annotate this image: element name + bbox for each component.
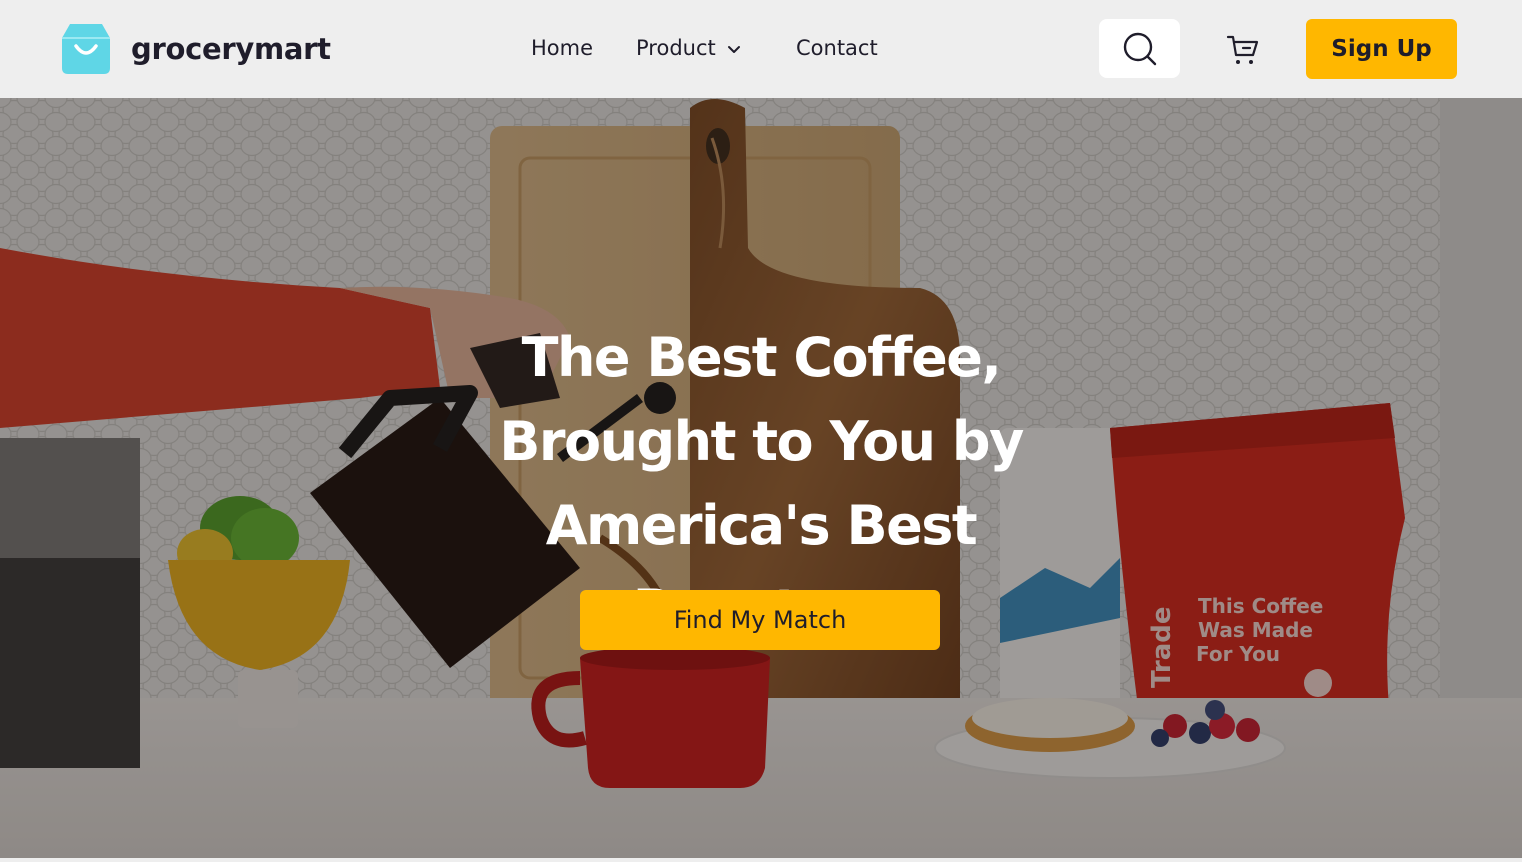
search-icon: [1123, 32, 1156, 65]
chevron-down-icon: [727, 45, 740, 53]
hero-bottom-strip: [0, 858, 1522, 862]
nav-contact-link[interactable]: Contact: [796, 36, 878, 60]
nav-product-dropdown[interactable]: Product: [636, 36, 742, 60]
sign-up-button[interactable]: Sign Up: [1306, 19, 1457, 79]
find-my-match-button[interactable]: Find My Match: [580, 590, 940, 650]
nav-home-link[interactable]: Home: [531, 36, 593, 60]
cart-icon: [1226, 35, 1259, 64]
hero-title-line: The Best Coffee,: [521, 326, 1002, 389]
brand-logo[interactable]: grocerymart: [62, 24, 331, 74]
brand-name: grocerymart: [131, 32, 331, 66]
search-button[interactable]: [1099, 19, 1180, 78]
site-header: grocerymart Home Product Contact Sign Up: [0, 0, 1522, 98]
hero-title-line: Brought to You by: [499, 410, 1024, 473]
hero-section: This Coffee Was Made For You Trade The B…: [0, 98, 1522, 862]
shopping-bag-icon: [62, 24, 110, 74]
nav-product-label: Product: [636, 36, 716, 60]
cart-button[interactable]: [1222, 30, 1264, 70]
